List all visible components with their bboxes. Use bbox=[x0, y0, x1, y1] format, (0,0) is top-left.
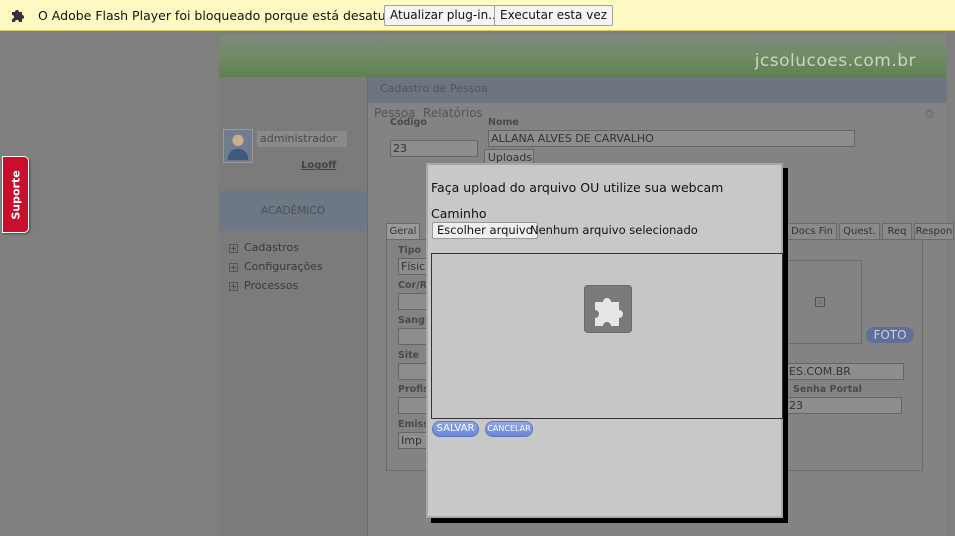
profissao-label: Profis bbox=[398, 384, 429, 395]
email-field[interactable]: ES.COM.BR bbox=[786, 363, 904, 380]
site-field[interactable] bbox=[398, 363, 428, 380]
sidebar: administrador Logoff ACADÊMICO + Cadastro… bbox=[219, 77, 367, 536]
nome-field[interactable]: ALLANA ALVES DE CARVALHO bbox=[488, 130, 855, 147]
codigo-field[interactable]: 23 bbox=[390, 140, 478, 157]
tab-quest[interactable]: Quest. bbox=[839, 223, 880, 240]
puzzle-icon bbox=[584, 285, 632, 333]
choose-file-button[interactable]: Escolher arquivo bbox=[432, 222, 538, 239]
site-label: Site bbox=[398, 350, 420, 361]
puzzle-icon bbox=[12, 10, 24, 22]
tab-geral[interactable]: Geral bbox=[386, 223, 420, 240]
cor-label: Cor/R bbox=[398, 280, 427, 291]
codigo-label: Código bbox=[390, 117, 427, 128]
tipo-field[interactable]: Físic bbox=[398, 258, 428, 275]
username-field: administrador bbox=[257, 131, 347, 147]
sidebar-item-label: Processos bbox=[244, 279, 299, 292]
run-once-button[interactable]: Executar esta vez bbox=[494, 5, 613, 26]
site-title: jcsolucoes.com.br bbox=[754, 51, 916, 71]
site-banner: jcsolucoes.com.br bbox=[219, 35, 946, 77]
dialog-title: Faça upload do arquivo OU utilize sua we… bbox=[431, 180, 724, 195]
flash-message: O Adobe Flash Player foi bloqueado porqu… bbox=[38, 8, 434, 23]
nome-label: Nome bbox=[488, 117, 519, 128]
sidebar-item-cadastros[interactable]: + Cadastros bbox=[229, 241, 299, 254]
menu-relatorios[interactable]: Relatórios bbox=[423, 106, 483, 120]
tab-req[interactable]: Req bbox=[882, 223, 912, 240]
sangue-field[interactable] bbox=[398, 328, 428, 345]
save-button[interactable]: SALVAR bbox=[432, 421, 479, 437]
upload-dialog: Faça upload do arquivo OU utilize sua we… bbox=[426, 163, 783, 518]
update-plugin-button[interactable]: Atualizar plug-in... bbox=[384, 5, 506, 26]
broken-image-icon: ▫ bbox=[815, 297, 825, 307]
logoff-link[interactable]: Logoff bbox=[301, 160, 336, 171]
support-tab-label: Suporte bbox=[9, 169, 22, 220]
senha-portal-field[interactable]: 23 bbox=[786, 397, 902, 414]
emissao-field[interactable]: Imp bbox=[398, 432, 428, 449]
cor-field[interactable] bbox=[398, 293, 428, 310]
user-avatar-icon bbox=[223, 129, 253, 163]
cancel-button[interactable]: CANCELAR bbox=[485, 421, 533, 437]
caminho-label: Caminho bbox=[431, 206, 487, 221]
expand-icon: + bbox=[229, 263, 238, 272]
support-tab[interactable]: Suporte bbox=[2, 156, 29, 233]
expand-icon: + bbox=[229, 244, 238, 253]
no-file-text: Nenhum arquivo selecionado bbox=[530, 223, 698, 237]
sidebar-item-label: Configurações bbox=[244, 260, 323, 273]
expand-icon: + bbox=[229, 282, 238, 291]
sidebar-item-label: Cadastros bbox=[244, 241, 299, 254]
webcam-plugin-area[interactable] bbox=[431, 253, 783, 419]
print-icon[interactable]: ⎙ bbox=[925, 107, 934, 121]
foto-button[interactable]: FOTO bbox=[866, 327, 914, 343]
sidebar-section-academico[interactable]: ACADÊMICO bbox=[219, 191, 367, 231]
emissao-label: Emiss bbox=[398, 419, 429, 430]
profissao-field[interactable] bbox=[398, 397, 428, 414]
tab-docs-fin[interactable]: Docs Fin bbox=[787, 223, 837, 240]
sidebar-item-processos[interactable]: + Processos bbox=[229, 279, 298, 292]
senha-portal-label: Senha Portal bbox=[793, 384, 862, 395]
breadcrumb: Cadastro de Pessoa bbox=[368, 77, 947, 103]
flash-blocked-bar: O Adobe Flash Player foi bloqueado porqu… bbox=[0, 0, 955, 31]
tab-respon[interactable]: Respon bbox=[914, 223, 954, 240]
photo-frame: ▫ bbox=[786, 260, 862, 344]
tipo-label: Tipo bbox=[398, 245, 422, 256]
sidebar-item-configuracoes[interactable]: + Configurações bbox=[229, 260, 323, 273]
